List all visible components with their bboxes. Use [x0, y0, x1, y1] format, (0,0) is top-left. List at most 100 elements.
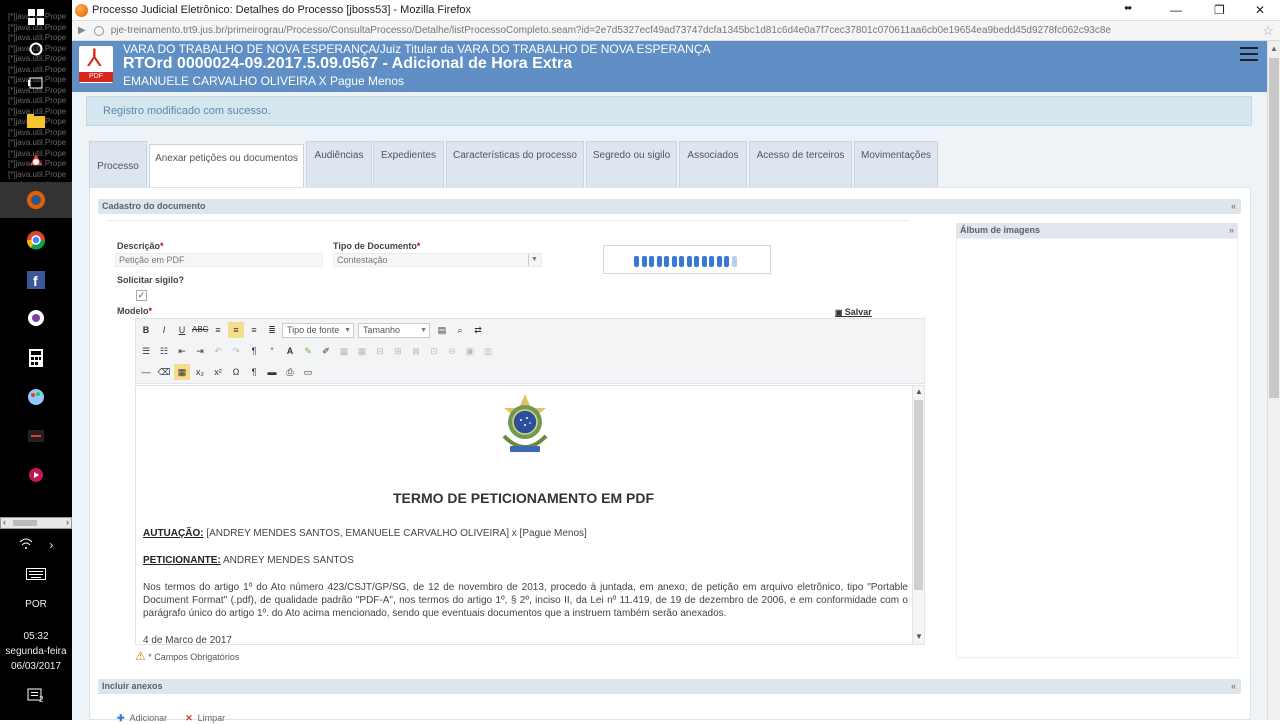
eraser-icon[interactable]: ⌫ — [156, 364, 172, 380]
back-arrow-icon[interactable]: ▶ — [78, 25, 86, 36]
highlight-icon[interactable]: ✎ — [300, 343, 316, 359]
anexos-section-header[interactable]: Incluir anexos « — [98, 679, 1241, 694]
numbered-list-icon[interactable]: ☷ — [156, 343, 172, 359]
firefox-taskbar-icon[interactable] — [0, 182, 72, 218]
subscript-icon[interactable]: x₂ — [192, 364, 208, 380]
file-explorer-icon[interactable] — [16, 106, 56, 136]
page-scrollbar[interactable]: ▲ — [1267, 41, 1280, 720]
split-icon[interactable]: ⊡ — [426, 343, 442, 359]
tab-anexar[interactable]: Anexar petições ou documentos — [149, 144, 304, 187]
keyboard-icon[interactable] — [0, 568, 72, 583]
quote-icon[interactable]: “ — [264, 343, 280, 359]
font-family-select[interactable]: Tipo de fonte ▼ — [282, 322, 354, 338]
action-center-icon[interactable]: 2 — [0, 688, 72, 707]
superscript-icon[interactable]: x² — [210, 364, 226, 380]
calculator-icon[interactable] — [16, 343, 56, 373]
editor-scrollbar[interactable]: ▲ ▼ — [912, 386, 924, 644]
tab-caracteristicas[interactable]: Características do processo — [446, 141, 584, 187]
java-app-icon[interactable] — [16, 145, 56, 175]
tab-movimentacoes[interactable]: Movimentações — [854, 141, 938, 187]
bold-icon[interactable]: B — [138, 322, 154, 338]
cadastro-section-header[interactable]: Cadastro do documento « — [98, 199, 1241, 214]
media-player-icon[interactable] — [16, 460, 56, 490]
tab-segredo[interactable]: Segredo ou sigilo — [586, 141, 677, 187]
clear-button[interactable]: ✕ Limpar — [185, 713, 225, 725]
bookmark-star-icon[interactable]: ☆ — [1262, 23, 1274, 39]
close-icon[interactable]: ✕ — [1255, 3, 1265, 17]
replace-icon[interactable]: ⇄ — [470, 322, 486, 338]
column-icon[interactable]: ⊞ — [390, 343, 406, 359]
tray-chevron-icon[interactable]: › — [49, 538, 53, 552]
paste-text-icon[interactable]: ▤ — [434, 322, 450, 338]
pilcrow-icon[interactable]: ¶ — [246, 364, 262, 380]
tab-associados[interactable]: Associados — [679, 141, 747, 187]
delete-table-icon[interactable]: ▥ — [480, 343, 496, 359]
align-right-icon[interactable]: ≡ — [246, 322, 262, 338]
collapse-icon[interactable]: « — [1231, 199, 1236, 214]
horizontal-rule-icon[interactable]: — — [138, 364, 154, 380]
progress-segment — [686, 256, 692, 267]
tab-expedientes[interactable]: Expedientes — [373, 141, 444, 187]
hamburger-menu-icon[interactable] — [1240, 47, 1258, 61]
progress-segment — [634, 256, 639, 267]
row-icon[interactable]: ⊟ — [372, 343, 388, 359]
merge-icon[interactable]: ⊠ — [408, 343, 424, 359]
italic-icon[interactable]: I — [156, 322, 172, 338]
expand-icon[interactable]: » — [1229, 223, 1234, 238]
taskbar-scrollbar[interactable]: ‹ › — [0, 517, 72, 529]
font-color-icon[interactable]: A — [282, 343, 298, 359]
add-button[interactable]: ✚ Adicionar — [117, 713, 167, 725]
tab-processo[interactable]: Processo — [89, 141, 147, 187]
preview-icon[interactable]: ▭ — [300, 364, 316, 380]
indent-icon[interactable]: ⇥ — [192, 343, 208, 359]
x-icon: ✕ — [185, 713, 193, 723]
descricao-input[interactable]: Petição em PDF — [115, 253, 323, 267]
underline-icon[interactable]: U — [174, 322, 190, 338]
tab-audiencias[interactable]: Audiências — [306, 141, 372, 187]
language-indicator[interactable]: POR — [0, 599, 72, 610]
windows-start-icon[interactable] — [16, 2, 56, 32]
table-icon[interactable]: ▦ — [336, 343, 352, 359]
outdent-icon[interactable]: ⇤ — [174, 343, 190, 359]
redo-icon[interactable]: ↷ — [228, 343, 244, 359]
facebook-icon[interactable]: f — [16, 265, 56, 295]
photos-icon[interactable] — [16, 303, 56, 333]
album-section-header[interactable]: Álbum de imagens» — [956, 223, 1238, 238]
page-break-icon[interactable]: ▬ — [264, 364, 280, 380]
bullet-list-icon[interactable]: ☰ — [138, 343, 154, 359]
site-info-icon[interactable] — [93, 25, 104, 36]
restore-icon[interactable]: ❐ — [1214, 3, 1225, 17]
url-text[interactable]: pje-treinamento.trt9.jus.br/primeirograu… — [111, 25, 1231, 36]
special-char-icon[interactable]: Ω — [228, 364, 244, 380]
task-view-icon[interactable] — [16, 68, 56, 98]
sigilo-checkbox[interactable]: ✓ — [136, 290, 147, 301]
window-extra-icon[interactable]: ⬌ — [1124, 3, 1132, 14]
collapse-icon[interactable]: « — [1231, 679, 1236, 694]
undo-icon[interactable]: ↶ — [210, 343, 226, 359]
paragraph-icon[interactable]: ¶ — [246, 343, 262, 359]
paint-icon[interactable] — [16, 382, 56, 412]
align-left-icon[interactable]: ≡ — [210, 322, 226, 338]
media-app-icon[interactable] — [16, 421, 56, 451]
visual-aid-icon[interactable]: ▦ — [174, 364, 190, 380]
table-props-icon[interactable]: ▦ — [354, 343, 370, 359]
delete-row-icon[interactable]: ⊖ — [444, 343, 460, 359]
print-icon[interactable]: ⎙ — [282, 364, 298, 380]
tipo-documento-select[interactable]: Contestação ▼ — [333, 253, 542, 267]
clock-time[interactable]: 05:32 — [0, 631, 72, 642]
font-size-select[interactable]: Tamanho ▼ — [358, 322, 430, 338]
address-bar[interactable]: ▶ pje-treinamento.trt9.jus.br/primeirogr… — [72, 21, 1280, 41]
find-icon[interactable]: ⌕ — [452, 322, 468, 338]
minimize-icon[interactable]: — — [1170, 3, 1182, 17]
edit-icon[interactable]: ✐ — [318, 343, 334, 359]
cortana-icon[interactable] — [16, 34, 56, 64]
align-center-icon[interactable]: ≡ — [228, 322, 244, 338]
chevron-down-icon[interactable]: ▼ — [528, 254, 540, 266]
chrome-icon[interactable] — [16, 225, 56, 255]
justify-icon[interactable]: ≣ — [264, 322, 280, 338]
wifi-icon[interactable]: › — [0, 537, 72, 552]
cell-props-icon[interactable]: ▣ — [462, 343, 478, 359]
tab-acesso-terceiros[interactable]: Acesso de terceiros — [749, 141, 852, 187]
strikethrough-icon[interactable]: ABC — [192, 322, 208, 338]
document-editor[interactable]: TERMO DE PETICIONAMENTO EM PDF AUTUAÇÃO:… — [135, 385, 925, 645]
